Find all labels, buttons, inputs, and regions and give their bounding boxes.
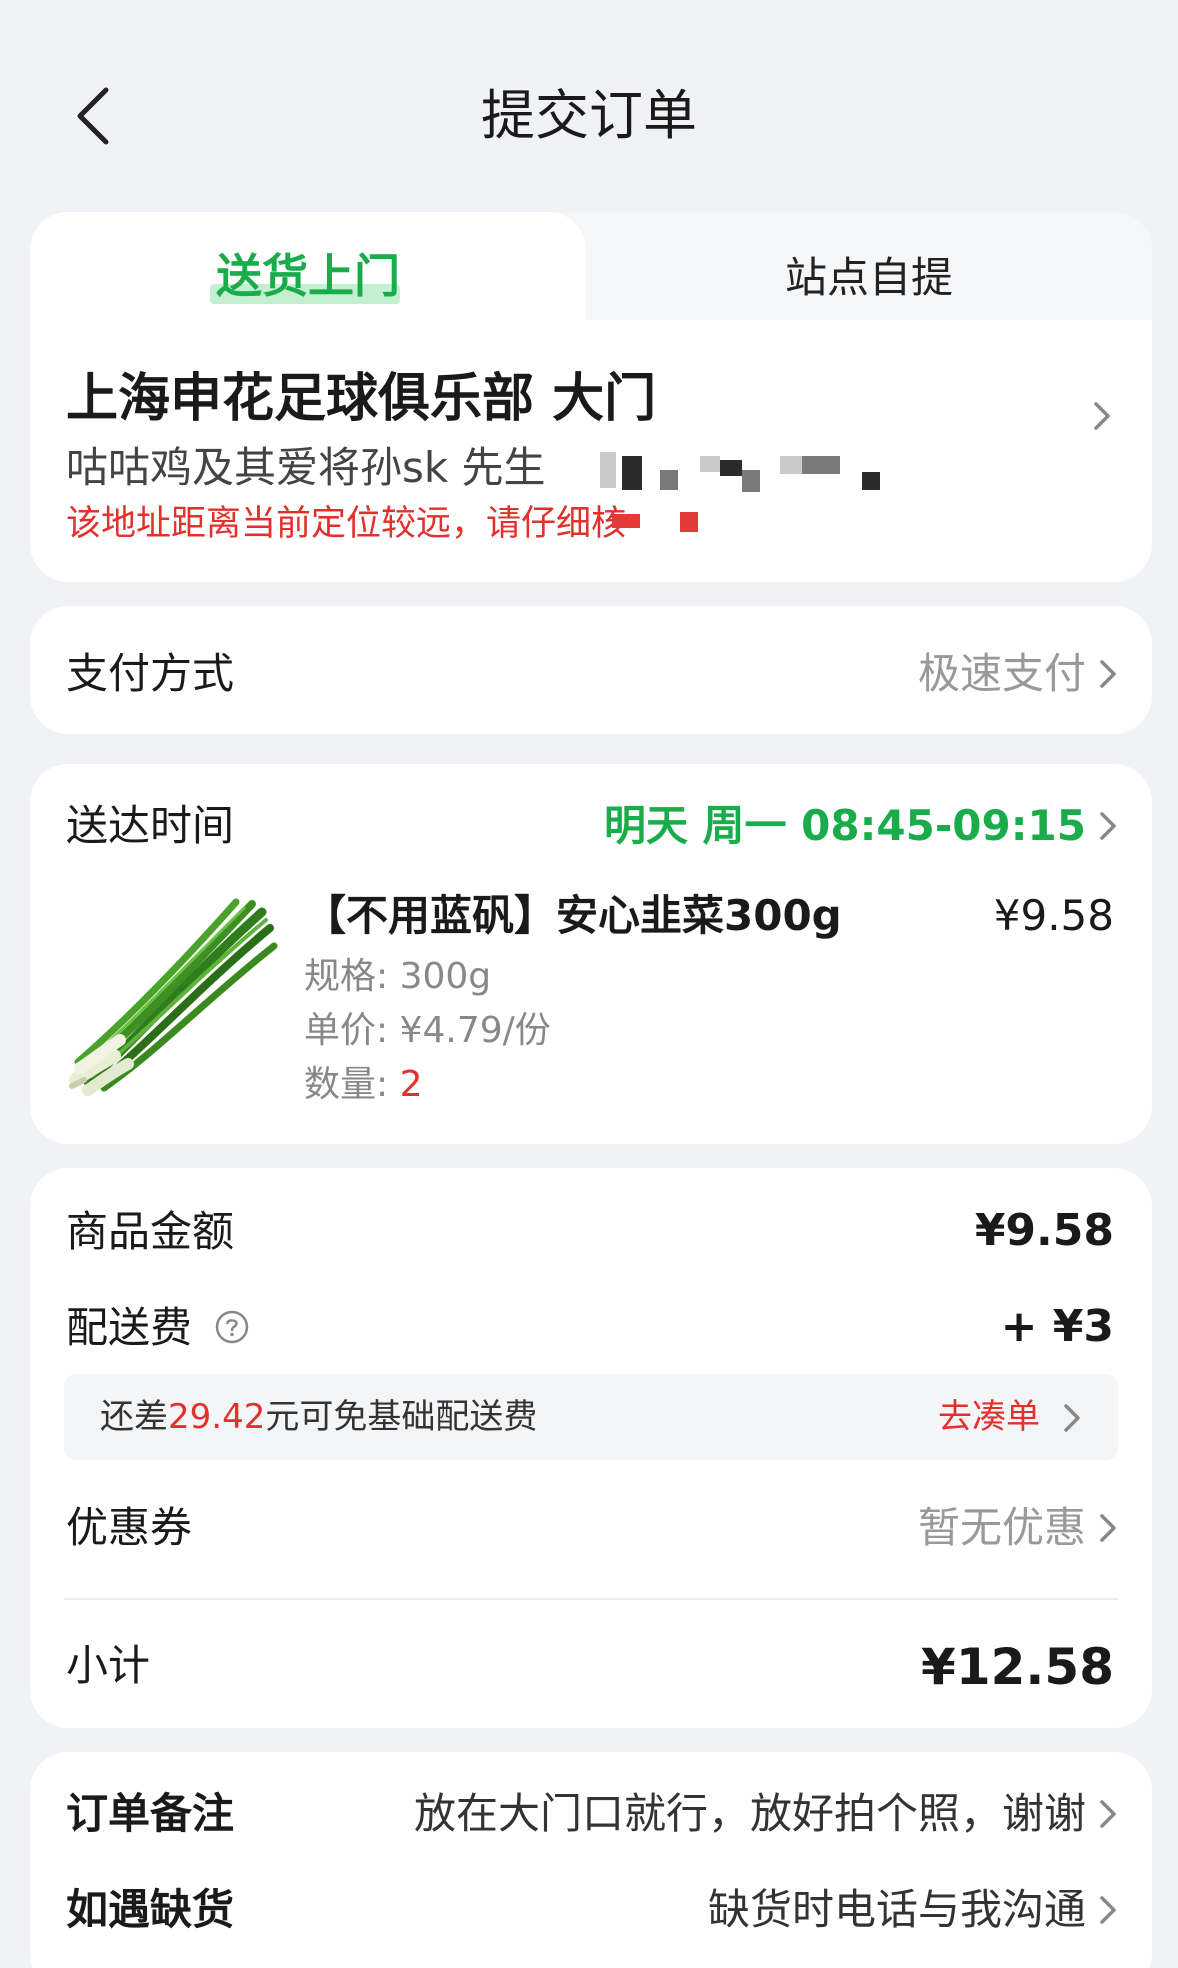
product-name[interactable]: 【不用蓝矾】安心韭菜300g [304,888,842,944]
product-quantity-value: 2 [399,1064,423,1105]
address-chevron-icon[interactable] [1088,394,1116,438]
product-unit-price: 单价: ¥4.79/份 [304,1010,551,1051]
product-image[interactable] [66,890,280,1100]
promo-suffix: 元可免基础配送费 [265,1397,538,1437]
out-of-stock-value[interactable]: 缺货时电话与我沟通 [708,1882,1086,1938]
page-title: 提交订单 [481,84,697,147]
delivery-time-value[interactable]: 明天 周一 08:45-09:15 [604,798,1086,854]
delivery-time-label: 送达时间 [66,801,235,850]
out-of-stock-chevron-icon[interactable] [1094,1888,1122,1932]
payment-method-label: 支付方式 [66,649,235,698]
divider [64,1598,1118,1600]
subtotal-value: ¥12.58 [921,1638,1114,1696]
add-items-link[interactable]: 去凑单 [938,1393,1040,1441]
goods-amount-label: 商品金额 [66,1207,235,1256]
subtotal-label: 小计 [66,1641,151,1690]
promo-amount: 29.42 [168,1397,266,1437]
order-remark-value[interactable]: 放在大门口就行，放好拍个照，谢谢 [414,1786,1086,1842]
goods-amount-value: ¥9.58 [974,1205,1114,1256]
free-delivery-text: 还差29.42元可免基础配送费 [100,1393,537,1441]
payment-method-value[interactable]: 极速支付 [918,646,1086,702]
delivery-fee-value: + ¥3 [1000,1301,1114,1352]
add-items-chevron-icon[interactable] [1058,1396,1086,1440]
address-distance-warning: 该地址距离当前定位较远，请仔细核 [66,504,627,544]
order-remark-label: 订单备注 [66,1789,235,1838]
coupon-value[interactable]: 暂无优惠 [918,1500,1086,1556]
product-quantity-label: 数量: [304,1064,400,1105]
tab-home-delivery-label[interactable]: 送货上门 [30,246,586,306]
product-price: ¥9.58 [993,891,1114,940]
order-remark-chevron-icon[interactable] [1094,1792,1122,1836]
delivery-fee-label: 配送费 [66,1303,193,1352]
product-spec: 规格: 300g [304,956,492,997]
tab-station-pickup[interactable]: 站点自提 [586,250,1152,306]
coupon-label: 优惠券 [66,1503,193,1552]
payment-chevron-icon[interactable] [1094,652,1122,696]
address-contact: 咕咕鸡及其爱将孙sk 先生 [66,443,546,492]
out-of-stock-label: 如遇缺货 [66,1885,235,1934]
coupon-chevron-icon[interactable] [1094,1506,1122,1550]
address-title: 上海申花足球俱乐部 大门 [66,369,657,429]
delivery-time-chevron-icon[interactable] [1094,804,1122,848]
help-icon[interactable] [214,1309,250,1345]
promo-prefix: 还差 [100,1397,168,1437]
product-quantity: 数量: 2 [304,1060,422,1110]
